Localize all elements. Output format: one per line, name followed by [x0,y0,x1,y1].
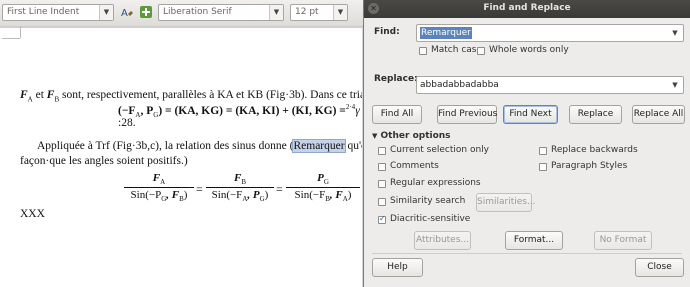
text-run: qu'on a [347,140,362,152]
chevron-down-icon: ▼ [372,132,378,140]
divider [372,253,682,254]
subscript: B [241,178,246,187]
denominator: Sin(−F [294,189,326,202]
similarity-label: Similarity search [390,196,466,206]
chevron-down-icon[interactable]: ▼ [668,77,682,93]
diacritic-label: Diacritic-sensitive [390,214,471,224]
replace-backwards-checkbox[interactable] [539,147,547,155]
find-input-value: Remarquer [420,27,472,39]
subscript: G [323,178,329,187]
replace-button[interactable]: Replace [569,105,622,124]
equals-sign: = [196,182,203,196]
current-selection-label: Current selection only [390,145,490,155]
whole-words-label: Whole words only [489,45,569,55]
margin-corner-mark [20,26,21,38]
font-size-combo[interactable]: 12 pt ▼ [290,4,348,21]
comments-checkbox[interactable] [378,163,386,171]
paragraph-2-line-2: façon·que les angles soient positifs.) [20,155,188,167]
no-format-button[interactable]: No Format [594,231,652,250]
text-run: γ + [355,104,362,117]
match-case-label: Match case [431,45,483,55]
dialog-titlebar[interactable]: ✕ Find and Replace [364,0,690,18]
help-button[interactable]: Help [372,258,423,277]
chevron-down-icon[interactable]: ▼ [333,5,347,20]
svg-text:A: A [121,8,128,19]
format-button[interactable]: Format... [505,231,563,250]
find-replace-dialog: ✕ Find and Replace Find: Remarquer ▼ Mat… [363,0,690,287]
regex-label: Regular expressions [390,178,481,188]
text-run: sont, respectivement, parallèles à KA et… [59,89,362,101]
text-line-2: (−FA, PG) = (KA, KG) = (KA, KI) + (KI, K… [118,103,362,119]
chevron-down-icon[interactable]: ▼ [269,5,283,20]
text-run: ) = (KA, KG) = (KA, KI) + (KI, KG) = [158,104,346,117]
vector-fa: F [20,89,28,101]
text-run: Appliquée à Trf (Fig·3b,c), la relation … [37,140,294,152]
text-run: ) [264,189,269,202]
find-label: Find: [374,27,400,37]
regex-checkbox[interactable] [378,180,386,188]
text-xxx: XXX [20,208,45,220]
subscript: A [160,178,166,187]
paragraph-styles-label: Paragraph Styles [551,161,628,171]
text-run: (−F [118,104,136,117]
find-previous-button[interactable]: Find Previous [437,105,497,124]
equals-sign: = [276,182,283,196]
font-name-value: Liberation Serif [163,7,232,17]
diacritic-checkbox[interactable] [378,214,386,224]
font-name-combo[interactable]: Liberation Serif ▼ [158,4,284,21]
replace-input-value: abbadabbadabba [420,80,499,90]
margin-corner-mark [2,38,20,39]
comments-label: Comments [390,161,439,171]
similarities-button[interactable]: Similarities... [476,193,536,212]
replace-input[interactable]: abbadabbadabba ▼ [416,76,684,94]
text-run: , P [140,104,154,117]
find-input[interactable]: Remarquer ▼ [416,24,684,42]
numerator: P [317,172,324,184]
superscript: 2·4 [345,103,356,111]
denominator: Sin(−F [211,189,243,202]
other-options-label: Other options [380,131,451,141]
chevron-down-icon[interactable]: ▼ [668,25,682,41]
paragraph-styles-checkbox[interactable] [539,163,547,171]
text-run: ) [347,189,352,202]
chevron-down-icon[interactable]: ▼ [99,5,113,20]
current-selection-checkbox[interactable] [378,147,386,155]
paragraph-style-value: First Line Indent [7,7,80,17]
close-button[interactable]: Close [635,258,684,277]
dialog-title: Find and Replace [483,3,571,13]
text-run: et [32,89,47,101]
text-run: , F [329,189,343,202]
equation-fraction-2: FB Sin(−FA, PG) [206,172,274,203]
font-size-value: 12 pt [295,7,319,17]
search-highlight[interactable]: Remarquer [292,139,346,153]
text-run: , F [166,189,180,202]
paragraph-2-line-1: Appliquée à Trf (Fig·3b,c), la relation … [37,139,362,153]
text-run: , P [247,189,260,202]
update-style-icon[interactable]: A [119,5,134,20]
match-case-checkbox[interactable] [419,47,427,55]
page-top-strip [0,26,362,28]
find-next-button[interactable]: Find Next [503,105,558,124]
new-style-icon[interactable] [138,5,153,20]
text-line-3: :28. [118,117,136,129]
document-canvas[interactable]: FA et FB sont, respectivement, parallèle… [0,26,362,287]
denominator: Sin(−P [130,189,162,202]
other-options-expander[interactable]: ▼ Other options [372,131,451,141]
whole-words-checkbox[interactable] [477,47,485,55]
similarity-checkbox[interactable] [378,198,386,206]
equation-fraction-1: FA Sin(−PG, FB) [124,172,194,203]
replace-backwards-label: Replace backwards [551,145,638,155]
equation-fraction-3: PG Sin(−FB, FA) [286,172,360,203]
attributes-button[interactable]: Attributes... [414,231,471,250]
replace-label: Replace: [374,74,418,84]
text-run: ) [183,189,188,202]
paragraph-style-combo[interactable]: First Line Indent ▼ [2,4,114,21]
text-line-1: FA et FB sont, respectivement, parallèle… [20,89,362,103]
find-all-button[interactable]: Find All [372,105,422,124]
replace-all-button[interactable]: Replace All [632,105,685,124]
